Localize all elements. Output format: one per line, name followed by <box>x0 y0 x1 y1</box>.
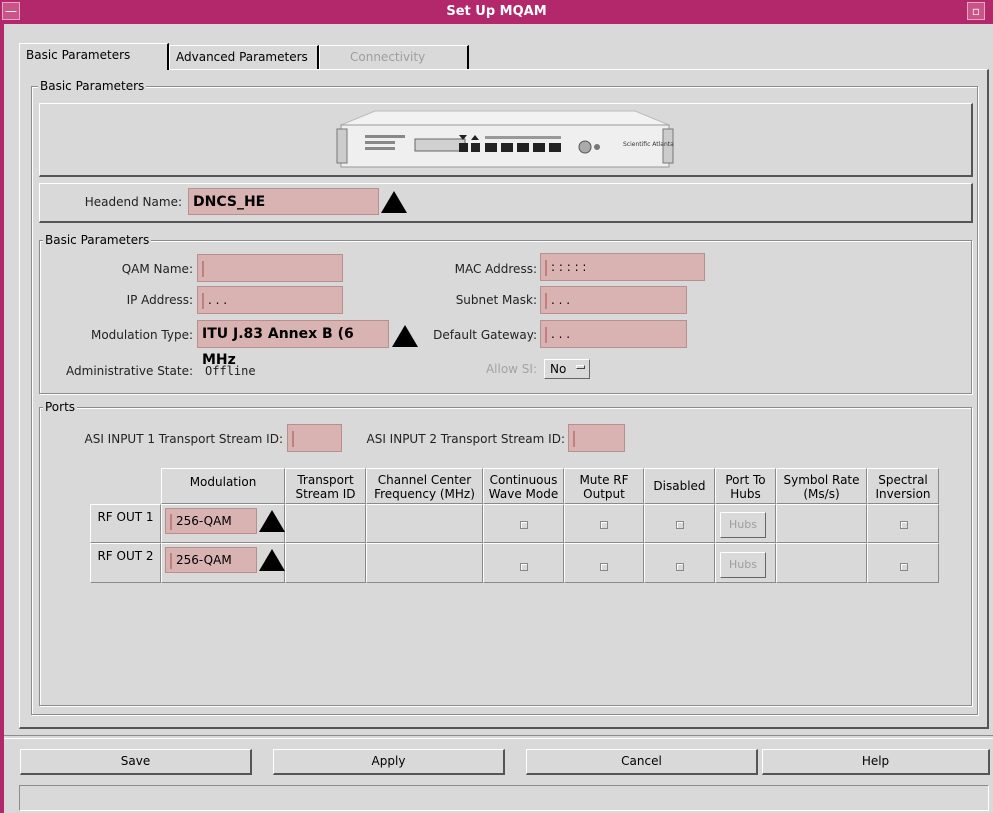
row-label-rf-out-2: RF OUT 2 <box>90 543 161 583</box>
rf-out-1-continuous-wave-checkbox[interactable] <box>520 521 528 529</box>
rf-out-1-modulation-field[interactable]: 256-QAM <box>165 508 257 534</box>
allow-si-option-menu[interactable]: No <box>544 359 590 379</box>
modulation-type-dropdown-arrow-icon[interactable] <box>392 325 418 347</box>
admin-state-value: Offline <box>205 364 256 378</box>
status-bar <box>19 785 989 811</box>
ports-legend: Ports <box>43 400 78 414</box>
option-menu-indicator-icon <box>576 365 585 369</box>
rf-out-2-continuous-wave-checkbox[interactable] <box>520 563 528 571</box>
rf-out-2-spectral-inversion-checkbox[interactable] <box>900 563 908 571</box>
ip-address-input[interactable]: . . . <box>197 286 343 314</box>
rf-out-2-modulation-field[interactable]: 256-QAM <box>165 547 257 573</box>
col-header-modulation: Modulation <box>161 468 285 504</box>
allow-si-label: Allow SI: <box>485 362 537 376</box>
cancel-button[interactable]: Cancel <box>526 749 758 775</box>
apply-button[interactable]: Apply <box>273 749 505 775</box>
rf-out-2-mute-rf-checkbox[interactable] <box>600 563 608 571</box>
device-image-panel: Scientific Atlanta <box>39 103 973 177</box>
rf-out-2-tsid-cell[interactable] <box>285 543 366 583</box>
asi2-tsid-input[interactable] <box>568 424 625 452</box>
modulation-type-field[interactable]: ITU J.83 Annex B (6 MHz <box>197 320 389 368</box>
col-header-spectral-inversion: Spectral Inversion <box>867 468 939 504</box>
window-frame-left <box>0 24 4 813</box>
save-button[interactable]: Save <box>20 749 252 775</box>
rf-out-2-symbol-rate-cell[interactable] <box>776 543 867 583</box>
title-bar: — Set Up MQAM ▫ <box>0 0 993 24</box>
subnet-mask-input[interactable]: . . . <box>540 286 687 314</box>
window-title: Set Up MQAM <box>446 4 547 19</box>
separator <box>4 735 993 739</box>
rf-out-1-modulation-dropdown-arrow-icon[interactable] <box>259 510 285 532</box>
params-legend: Basic Parameters <box>43 233 152 247</box>
rf-out-2-hubs-button[interactable]: Hubs <box>720 552 766 578</box>
mac-address-label: MAC Address: <box>454 262 537 276</box>
headend-name-label: Headend Name: <box>84 195 182 209</box>
qam-name-input[interactable] <box>197 254 343 282</box>
mqam-device-image: Scientific Atlanta <box>336 110 674 168</box>
rf-out-2-modulation-dropdown-arrow-icon[interactable] <box>259 549 285 571</box>
help-button[interactable]: Help <box>762 749 990 775</box>
rf-out-1-symbol-rate-cell[interactable] <box>776 504 867 543</box>
admin-state-label: Administrative State: <box>66 364 193 378</box>
tab-connectivity[interactable]: Connectivity <box>319 45 469 69</box>
rf-out-1-hubs-button[interactable]: Hubs <box>720 512 766 538</box>
col-header-symbol-rate: Symbol Rate (Ms/s) <box>776 468 867 504</box>
maximize-button[interactable]: ▫ <box>967 2 985 20</box>
col-header-port-to-hubs: Port To Hubs <box>715 468 776 504</box>
rf-out-2-frequency-cell[interactable] <box>366 543 483 583</box>
rf-out-1-tsid-cell[interactable] <box>285 504 366 543</box>
asi2-tsid-label: ASI INPUT 2 Transport Stream ID: <box>366 432 566 446</box>
rf-out-1-disabled-checkbox[interactable] <box>676 521 684 529</box>
default-gateway-label: Default Gateway: <box>433 328 537 342</box>
mac-address-input[interactable]: : : : : : <box>540 253 705 281</box>
asi1-tsid-input[interactable] <box>287 424 342 452</box>
rf-out-1-mute-rf-checkbox[interactable] <box>600 521 608 529</box>
tab-basic-parameters[interactable]: Basic Parameters <box>19 43 169 70</box>
col-header-transport-stream-id: Transport Stream ID <box>285 468 366 504</box>
qam-name-label: QAM Name: <box>121 262 193 276</box>
subnet-mask-label: Subnet Mask: <box>455 293 537 307</box>
col-header-disabled: Disabled <box>644 468 715 504</box>
col-header-channel-center-frequency: Channel Center Frequency (MHz) <box>366 468 483 504</box>
rf-out-2-disabled-checkbox[interactable] <box>676 563 684 571</box>
rf-out-1-frequency-cell[interactable] <box>366 504 483 543</box>
col-header-continuous-wave-mode: Continuous Wave Mode <box>483 468 564 504</box>
row-label-rf-out-1: RF OUT 1 <box>90 504 161 543</box>
default-gateway-input[interactable]: . . . <box>540 320 687 348</box>
ip-address-label: IP Address: <box>126 293 193 307</box>
device-brand-text: Scientific Atlanta <box>623 141 674 148</box>
rf-out-1-spectral-inversion-checkbox[interactable] <box>900 521 908 529</box>
modulation-type-label: Modulation Type: <box>90 328 193 342</box>
headend-name-field[interactable]: DNCS_HE <box>188 188 379 215</box>
asi1-tsid-label: ASI INPUT 1 Transport Stream ID: <box>84 432 284 446</box>
tab-advanced-parameters[interactable]: Advanced Parameters <box>169 45 319 69</box>
headend-dropdown-arrow-icon[interactable] <box>381 191 407 213</box>
col-header-mute-rf-output: Mute RF Output <box>564 468 644 504</box>
basic-parameters-legend: Basic Parameters <box>38 79 147 93</box>
